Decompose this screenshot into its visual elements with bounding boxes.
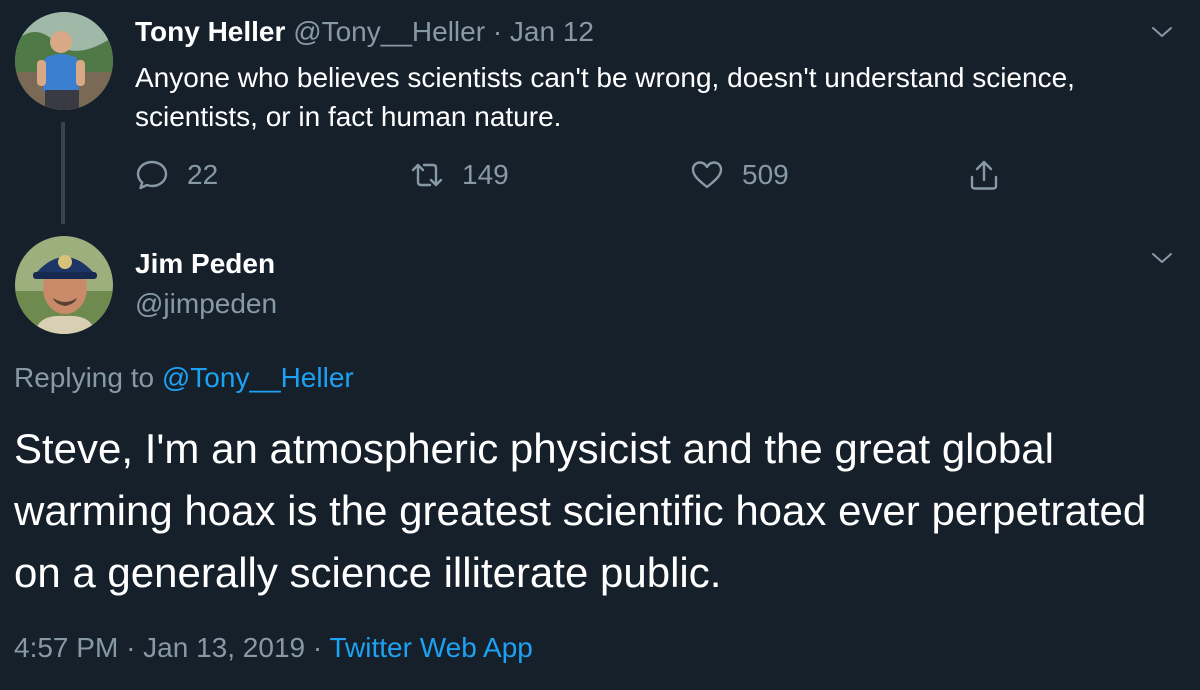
author-name[interactable]: Tony Heller xyxy=(135,16,285,47)
separator-dot: · xyxy=(126,632,136,663)
thread-connector-line xyxy=(61,122,65,224)
separator-dot: · xyxy=(312,632,323,663)
tweet-time[interactable]: 4:57 PM xyxy=(14,632,118,663)
replying-prefix: Replying to xyxy=(14,362,155,393)
chevron-down-icon[interactable] xyxy=(1150,246,1174,270)
heart-icon xyxy=(691,161,723,189)
tweet-date[interactable]: Jan 12 xyxy=(510,16,594,47)
retweet-icon xyxy=(411,163,443,187)
avatar-image xyxy=(15,12,113,110)
retweet-button[interactable]: 149 xyxy=(410,156,509,194)
tweet1-text: Anyone who believes scientists can't be … xyxy=(135,62,1075,132)
author-name[interactable]: Jim Peden xyxy=(135,246,275,282)
author-handle[interactable]: @Tony__Heller xyxy=(293,16,485,47)
share-button[interactable] xyxy=(967,156,1001,194)
avatar-image xyxy=(15,236,113,334)
replying-to: Replying to @Tony__Heller xyxy=(14,360,354,396)
reply-count: 22 xyxy=(187,159,219,190)
share-icon xyxy=(970,160,998,190)
separator-dot: · xyxy=(492,16,503,47)
like-button[interactable]: 509 xyxy=(690,156,789,194)
like-count: 509 xyxy=(742,159,789,190)
reply-icon xyxy=(136,160,168,190)
avatar[interactable] xyxy=(15,12,113,110)
reply-button[interactable]: 22 xyxy=(135,156,218,194)
avatar[interactable] xyxy=(15,236,113,334)
author-handle[interactable]: @jimpeden xyxy=(135,286,277,322)
tweet-date[interactable]: Jan 13, 2019 xyxy=(143,632,305,663)
tweet2-text: Steve, I'm an atmospheric physicist and … xyxy=(14,425,1147,596)
tweet-thread: Tony Heller @Tony__Heller · Jan 12 Anyon… xyxy=(0,0,1200,690)
replying-to-link[interactable]: @Tony__Heller xyxy=(162,362,354,393)
source-link[interactable]: Twitter Web App xyxy=(329,632,532,663)
tweet-metadata: 4:57 PM · Jan 13, 2019 · Twitter Web App xyxy=(14,630,533,666)
retweet-count: 149 xyxy=(462,159,509,190)
chevron-down-icon[interactable] xyxy=(1150,20,1174,44)
tweet1-header: Tony Heller @Tony__Heller · Jan 12 xyxy=(135,14,594,50)
